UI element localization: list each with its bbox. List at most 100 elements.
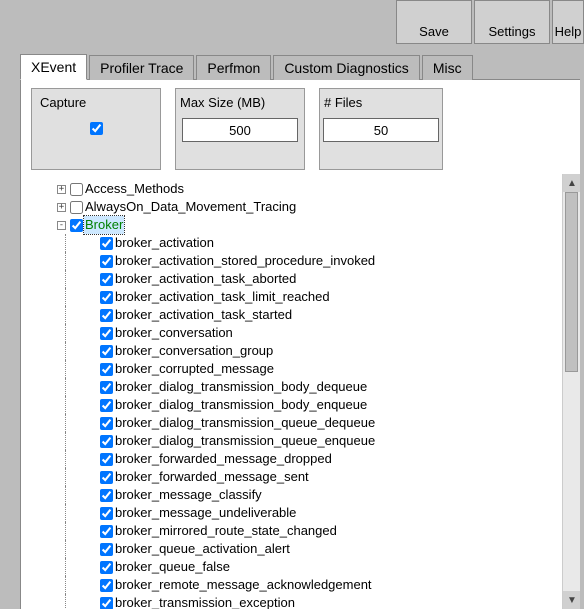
scroll-up-button[interactable]: ▲ <box>563 174 580 192</box>
expand-icon[interactable]: + <box>57 203 66 212</box>
tree-label[interactable]: broker_activation_stored_procedure_invok… <box>114 252 376 270</box>
tree-node-access-methods[interactable]: + Access_Methods <box>31 180 562 198</box>
expand-icon[interactable]: + <box>57 185 66 194</box>
tree-label[interactable]: Access_Methods <box>84 180 185 198</box>
tree-checkbox[interactable] <box>100 471 113 484</box>
tree-checkbox[interactable] <box>70 201 83 214</box>
tree-node-child[interactable]: broker_activation_task_aborted <box>31 270 562 288</box>
tree-node-child[interactable]: broker_activation_task_started <box>31 306 562 324</box>
tree-checkbox[interactable] <box>100 273 113 286</box>
tree-checkbox[interactable] <box>100 363 113 376</box>
tree-checkbox[interactable] <box>100 579 113 592</box>
tree-node-child[interactable]: broker_activation <box>31 234 562 252</box>
tree-label[interactable]: broker_message_undeliverable <box>114 504 297 522</box>
max-size-input[interactable] <box>182 118 298 142</box>
tree-checkbox[interactable] <box>100 255 113 268</box>
tree-node-alwayson[interactable]: + AlwaysOn_Data_Movement_Tracing <box>31 198 562 216</box>
tree-label[interactable]: broker_queue_activation_alert <box>114 540 291 558</box>
scroll-down-button[interactable]: ▼ <box>563 591 580 609</box>
tree-checkbox[interactable] <box>100 489 113 502</box>
tree-node-child[interactable]: broker_dialog_transmission_body_dequeue <box>31 378 562 396</box>
tree-checkbox[interactable] <box>100 543 113 556</box>
tab-misc[interactable]: Misc <box>422 55 473 80</box>
tree-label[interactable]: broker_transmission_exception <box>114 594 296 609</box>
tree-node-broker[interactable]: - Broker <box>31 216 562 234</box>
tree-label[interactable]: broker_mirrored_route_state_changed <box>114 522 338 540</box>
tree-checkbox[interactable] <box>100 327 113 340</box>
tree-label[interactable]: broker_message_classify <box>114 486 263 504</box>
tree-node-child[interactable]: broker_queue_activation_alert <box>31 540 562 558</box>
tree-label[interactable]: broker_activation_task_limit_reached <box>114 288 331 306</box>
tree-checkbox[interactable] <box>100 597 113 609</box>
tree-node-child[interactable]: broker_corrupted_message <box>31 360 562 378</box>
tree-label[interactable]: broker_conversation <box>114 324 234 342</box>
tree-label[interactable]: broker_remote_message_acknowledgement <box>114 576 373 594</box>
tree-checkbox[interactable] <box>100 417 113 430</box>
tree-checkbox[interactable] <box>100 345 113 358</box>
tree-label[interactable]: broker_forwarded_message_sent <box>114 468 310 486</box>
tree-connector <box>65 522 74 540</box>
tree-label[interactable]: broker_forwarded_message_dropped <box>114 450 333 468</box>
tree-node-child[interactable]: broker_conversation_group <box>31 342 562 360</box>
tree-checkbox[interactable] <box>100 435 113 448</box>
help-button[interactable]: Help <box>552 0 584 44</box>
tree-node-child[interactable]: broker_forwarded_message_dropped <box>31 450 562 468</box>
tree-checkbox[interactable] <box>100 561 113 574</box>
tab-profiler-trace[interactable]: Profiler Trace <box>89 55 194 80</box>
tree-checkbox[interactable] <box>100 507 113 520</box>
tree-label[interactable]: broker_dialog_transmission_queue_dequeue <box>114 414 376 432</box>
tree-node-child[interactable]: broker_transmission_exception <box>31 594 562 609</box>
tree-checkbox[interactable] <box>100 237 113 250</box>
tree-connector <box>65 252 74 270</box>
tree-checkbox[interactable] <box>100 399 113 412</box>
save-button[interactable]: Save <box>396 0 472 44</box>
tree-label[interactable]: broker_dialog_transmission_queue_enqueue <box>114 432 376 450</box>
tree-label[interactable]: broker_conversation_group <box>114 342 274 360</box>
tree-label[interactable]: broker_corrupted_message <box>114 360 275 378</box>
tree-node-child[interactable]: broker_message_classify <box>31 486 562 504</box>
tree-label[interactable]: broker_queue_false <box>114 558 231 576</box>
tree-checkbox[interactable] <box>100 525 113 538</box>
tree-label[interactable]: broker_activation_task_aborted <box>114 270 297 288</box>
tree-label[interactable]: broker_dialog_transmission_body_enqueue <box>114 396 368 414</box>
tree-node-child[interactable]: broker_remote_message_acknowledgement <box>31 576 562 594</box>
tree-checkbox[interactable] <box>100 291 113 304</box>
tree-label[interactable]: broker_dialog_transmission_body_dequeue <box>114 378 368 396</box>
tab-perfmon[interactable]: Perfmon <box>196 55 271 80</box>
settings-button[interactable]: Settings <box>474 0 550 44</box>
tree-node-child[interactable]: broker_activation_task_limit_reached <box>31 288 562 306</box>
capture-group: Capture <box>31 88 161 170</box>
scrollbar-thumb[interactable] <box>565 192 578 372</box>
tree-connector <box>65 504 74 522</box>
tree-checkbox[interactable] <box>70 219 83 232</box>
tree-node-child[interactable]: broker_message_undeliverable <box>31 504 562 522</box>
tree-node-child[interactable]: broker_dialog_transmission_queue_dequeue <box>31 414 562 432</box>
tree-connector <box>65 396 74 414</box>
capture-checkbox[interactable] <box>90 122 103 135</box>
collapse-icon[interactable]: - <box>57 221 66 230</box>
tree-checkbox[interactable] <box>100 309 113 322</box>
tree-connector <box>65 594 74 609</box>
tab-custom-diagnostics[interactable]: Custom Diagnostics <box>273 55 420 80</box>
tree-checkbox[interactable] <box>70 183 83 196</box>
tree-node-child[interactable]: broker_forwarded_message_sent <box>31 468 562 486</box>
tree-connector <box>65 414 74 432</box>
tree-node-child[interactable]: broker_mirrored_route_state_changed <box>31 522 562 540</box>
tree-checkbox[interactable] <box>100 453 113 466</box>
scrollbar-track[interactable] <box>563 192 580 591</box>
tab-xevent[interactable]: XEvent <box>20 54 87 80</box>
tree-node-child[interactable]: broker_dialog_transmission_queue_enqueue <box>31 432 562 450</box>
tree-label[interactable]: broker_activation_task_started <box>114 306 293 324</box>
files-input[interactable] <box>323 118 439 142</box>
scrollbar-vertical[interactable]: ▲ ▼ <box>562 174 580 609</box>
tree-label[interactable]: Broker <box>84 216 124 234</box>
tree-node-child[interactable]: broker_activation_stored_procedure_invok… <box>31 252 562 270</box>
tree-node-child[interactable]: broker_conversation <box>31 324 562 342</box>
tree-view[interactable]: + Access_Methods + AlwaysOn_Data_Movemen… <box>31 180 562 609</box>
tree-label[interactable]: AlwaysOn_Data_Movement_Tracing <box>84 198 297 216</box>
tree-node-child[interactable]: broker_dialog_transmission_body_enqueue <box>31 396 562 414</box>
tree-label[interactable]: broker_activation <box>114 234 215 252</box>
tree-connector <box>65 540 74 558</box>
tree-checkbox[interactable] <box>100 381 113 394</box>
tree-node-child[interactable]: broker_queue_false <box>31 558 562 576</box>
